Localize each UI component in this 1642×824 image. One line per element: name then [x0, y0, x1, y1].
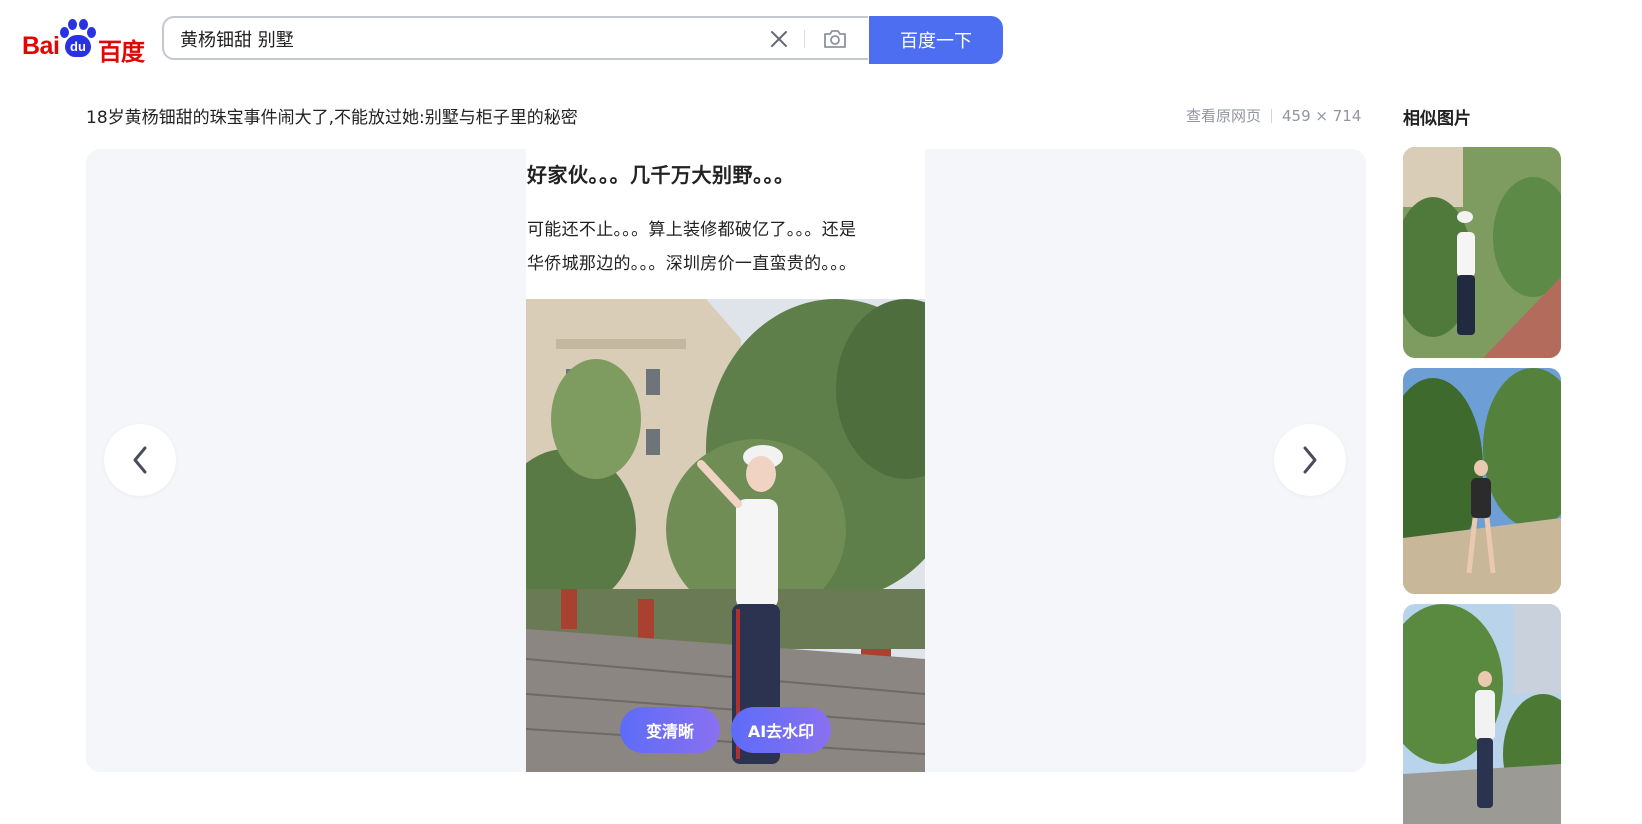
image-caption-line1: 好家伙。。。几千万大别野。。。: [527, 163, 795, 187]
remove-watermark-button[interactable]: AI去水印: [731, 707, 831, 753]
logo-text-du: du: [70, 39, 86, 54]
enhance-button[interactable]: 变清晰: [620, 707, 720, 753]
search-button[interactable]: 百度一下: [869, 16, 1003, 64]
search-box: [162, 16, 868, 60]
main-image[interactable]: 好家伙。。。几千万大别野。。。 可能还不止。。。算上装修都破亿了。。。还是 华侨…: [526, 149, 925, 772]
similar-image-thumbnail[interactable]: [1403, 147, 1561, 358]
view-source-link[interactable]: 查看原网页: [1186, 105, 1261, 126]
chevron-right-icon: [1303, 446, 1317, 474]
image-caption-line3: 华侨城那边的。。。深圳房价一直蛮贵的。。。: [527, 254, 857, 274]
similar-photo: [1403, 604, 1561, 824]
image-dimensions: 459 × 714: [1282, 106, 1362, 125]
clear-icon[interactable]: [768, 28, 790, 50]
similar-images-title: 相似图片: [1403, 109, 1471, 129]
next-image-button[interactable]: [1274, 424, 1346, 496]
similar-image-thumbnail[interactable]: [1403, 604, 1561, 824]
image-meta: 查看原网页 459 × 714: [1186, 105, 1361, 126]
search-input[interactable]: [180, 26, 740, 52]
image-title: 18岁黄杨钿甜的珠宝事件闹大了,不能放过她:别墅与柜子里的秘密: [86, 108, 578, 128]
baidu-logo[interactable]: Bai du 百度: [22, 18, 146, 66]
logo-text-bai: Bai: [22, 32, 60, 60]
logo-paw-icon: du: [58, 18, 98, 58]
camera-icon[interactable]: [822, 27, 848, 51]
villa-photo: [526, 299, 925, 772]
similar-photo: [1403, 147, 1561, 358]
chevron-left-icon: [133, 446, 147, 474]
similar-image-thumbnail[interactable]: [1403, 368, 1561, 594]
previous-image-button[interactable]: [104, 424, 176, 496]
image-caption-line2: 可能还不止。。。算上装修都破亿了。。。还是: [527, 220, 857, 240]
search-divider: [804, 30, 805, 48]
meta-divider: [1271, 108, 1273, 123]
logo-text-chinese: 百度: [98, 38, 145, 66]
similar-photo: [1403, 368, 1561, 594]
